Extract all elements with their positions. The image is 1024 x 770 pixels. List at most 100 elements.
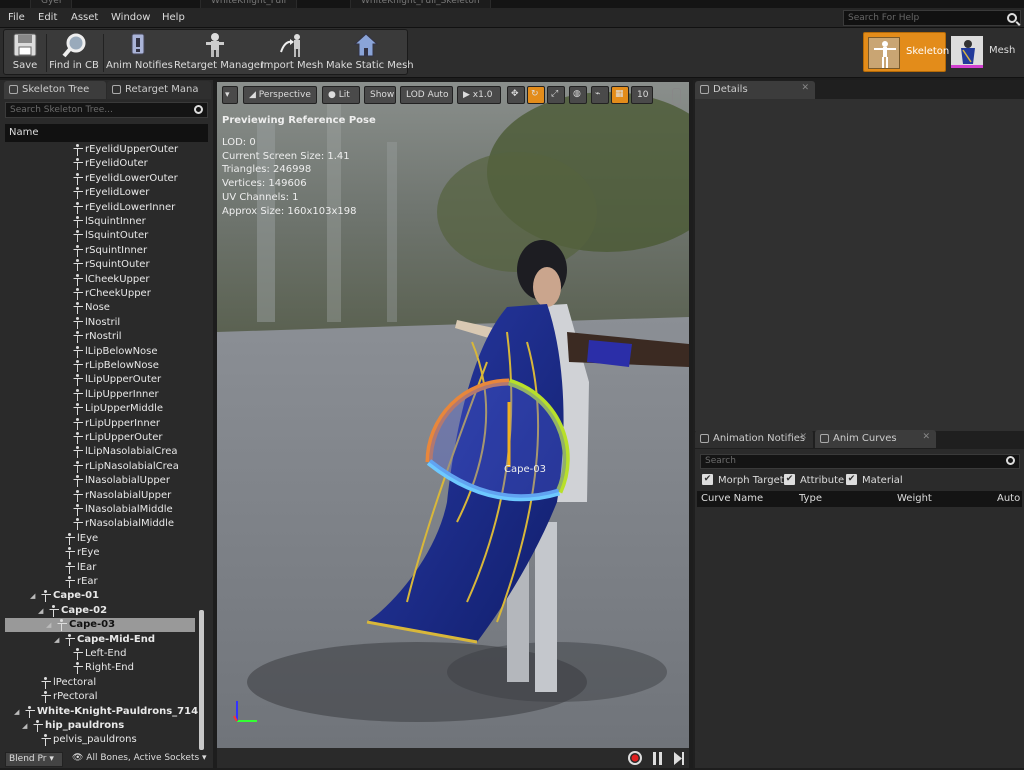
close-icon[interactable]: ✕ [801, 83, 809, 93]
menu-window[interactable]: Window [111, 12, 150, 23]
tree-row[interactable]: lNostril [5, 316, 195, 330]
blend-profile-dropdown[interactable]: Blend Pr ▾ [5, 752, 63, 767]
expand-arrow-icon[interactable]: ◢ [54, 636, 59, 644]
mesh-mode-button[interactable]: Mesh [949, 32, 1021, 72]
tree-row[interactable]: rCheekUpper [5, 287, 195, 301]
curve-search-input[interactable]: Search [700, 454, 1020, 469]
perspective-button[interactable]: ◢ Perspective [243, 86, 317, 104]
skeleton-tree-search-input[interactable]: Search Skeleton Tree... [5, 102, 208, 118]
make-static-mesh-button[interactable]: Make Static Mesh [326, 32, 406, 76]
viewport-options-button[interactable]: ▾ [222, 86, 238, 104]
tree-row[interactable]: lCheekUpper [5, 273, 195, 287]
rotate-tool-button[interactable]: ↻ [527, 86, 545, 104]
tree-row[interactable]: lLipUpperInner [5, 388, 195, 402]
skeleton-mode-button[interactable]: Skeleton [863, 32, 946, 72]
lit-button[interactable]: ● Lit [322, 86, 360, 104]
expand-arrow-icon[interactable]: ◢ [14, 708, 19, 716]
column-header-name[interactable]: Name [5, 124, 208, 142]
tree-row[interactable]: rLipUpperInner [5, 417, 195, 431]
tree-row[interactable]: Right-End [5, 661, 195, 675]
tree-row[interactable]: rEyelidLower [5, 186, 195, 200]
column-auto[interactable]: Auto [997, 493, 1020, 504]
expand-arrow-icon[interactable]: ◢ [38, 607, 43, 615]
close-icon[interactable]: ✕ [799, 432, 807, 442]
tree-scrollbar[interactable] [199, 610, 204, 750]
tree-row-selected[interactable]: ◢Cape-03 [5, 618, 195, 632]
tree-row[interactable]: lSquintOuter [5, 229, 195, 243]
surface-snap-button[interactable]: ⌁ [591, 86, 609, 104]
tree-row[interactable]: rEar [5, 575, 195, 589]
tab-retarget-manager[interactable]: Retarget Mana [107, 81, 211, 99]
tree-row[interactable]: ◢hip_pauldrons [5, 719, 195, 733]
tree-row[interactable]: lLipBelowNose [5, 345, 195, 359]
record-icon[interactable] [625, 750, 645, 770]
find-in-cb-button[interactable]: Find in CB [48, 32, 100, 76]
close-icon[interactable]: ✕ [922, 432, 930, 442]
grid-snap-button[interactable]: ▦ [611, 86, 629, 104]
menu-help[interactable]: Help [162, 12, 185, 23]
tab-skeleton-tree[interactable]: Skeleton Tree [4, 81, 106, 99]
column-curve-name[interactable]: Curve Name [701, 493, 763, 504]
expand-arrow-icon[interactable]: ◢ [46, 621, 51, 629]
pause-icon[interactable] [651, 751, 665, 767]
tree-row[interactable]: lNasolabialMiddle [5, 503, 195, 517]
show-button[interactable]: Show [364, 86, 396, 104]
tree-row[interactable]: lPectoral [5, 676, 195, 690]
menu-edit[interactable]: Edit [38, 12, 57, 23]
translate-tool-button[interactable]: ✥ [507, 86, 525, 104]
column-weight[interactable]: Weight [897, 493, 932, 504]
tree-row[interactable]: lLipUpperOuter [5, 373, 195, 387]
lod-button[interactable]: LOD Auto [400, 86, 453, 104]
tab-animation-notifies[interactable]: Animation Notifies ✕ [695, 430, 813, 448]
step-forward-icon[interactable] [672, 751, 686, 767]
anim-notifies-button[interactable]: Anim Notifies [106, 32, 170, 76]
title-tab-2[interactable]: WhiteKnight_Full [200, 0, 297, 8]
tree-row[interactable]: rEyelidUpperOuter [5, 143, 195, 157]
attribute-checkbox[interactable]: Attribute [784, 475, 844, 486]
tree-row[interactable]: rNasolabialUpper [5, 489, 195, 503]
tree-row[interactable]: rEyelidLowerOuter [5, 172, 195, 186]
viewport[interactable]: Previewing Reference Pose LOD: 0 Current… [217, 82, 689, 748]
tree-row[interactable]: LipUpperMiddle [5, 402, 195, 416]
menu-file[interactable]: File [8, 12, 25, 23]
tree-row[interactable]: rLipBelowNose [5, 359, 195, 373]
tree-row[interactable]: ◢White-Knight-Pauldrons_714 [5, 705, 195, 719]
tree-row[interactable]: lSquintInner [5, 215, 195, 229]
tree-row[interactable]: ◢Cape-01 [5, 589, 195, 603]
expand-arrow-icon[interactable]: ◢ [22, 722, 27, 730]
world-space-button[interactable]: ◍ [569, 86, 587, 104]
tree-row[interactable]: lLipNasolabialCrea [5, 445, 195, 459]
tree-row[interactable]: ◢Cape-02 [5, 604, 195, 618]
tree-row[interactable]: rEye [5, 546, 195, 560]
help-search-input[interactable]: Search For Help [843, 10, 1021, 26]
tree-row[interactable]: rNasolabialMiddle [5, 517, 195, 531]
import-mesh-button[interactable]: Import Mesh [260, 32, 324, 76]
tree-row[interactable]: lNasolabialUpper [5, 474, 195, 488]
title-tab-1[interactable]: Gyel [30, 0, 72, 8]
scale-tool-button[interactable]: ⤢ [547, 86, 565, 104]
tree-row[interactable]: rLipUpperOuter [5, 431, 195, 445]
material-checkbox[interactable]: Material [846, 475, 903, 486]
expand-arrow-icon[interactable]: ◢ [30, 592, 35, 600]
morph-target-checkbox[interactable]: Morph Target [702, 475, 784, 486]
tree-row[interactable]: lEar [5, 561, 195, 575]
tree-row[interactable]: rPectoral [5, 690, 195, 704]
tree-row[interactable]: rSquintInner [5, 244, 195, 258]
tree-row[interactable]: rEyelidLowerInner [5, 201, 195, 215]
title-tab-3[interactable]: WhiteKnight_Full_Skeleton [350, 0, 491, 8]
tree-row[interactable]: rNostril [5, 330, 195, 344]
tree-row[interactable]: rSquintOuter [5, 258, 195, 272]
tree-row[interactable]: Left-End [5, 647, 195, 661]
tree-row[interactable]: lEye [5, 532, 195, 546]
save-button[interactable]: Save [6, 32, 44, 76]
playback-speed-button[interactable]: ▶ x1.0 [457, 86, 501, 104]
column-type[interactable]: Type [799, 493, 822, 504]
viewport-scroll-toggle[interactable] [672, 88, 681, 105]
rotation-gizmo[interactable] [422, 377, 582, 517]
tab-details[interactable]: Details ✕ [695, 81, 815, 99]
tree-row[interactable]: rLipNasolabialCrea [5, 460, 195, 474]
tree-row[interactable]: ◢Cape-Mid-End [5, 633, 195, 647]
tree-row[interactable]: pelvis_pauldrons [5, 733, 195, 747]
menu-asset[interactable]: Asset [71, 12, 98, 23]
grid-size-button[interactable]: 10 [631, 86, 653, 104]
